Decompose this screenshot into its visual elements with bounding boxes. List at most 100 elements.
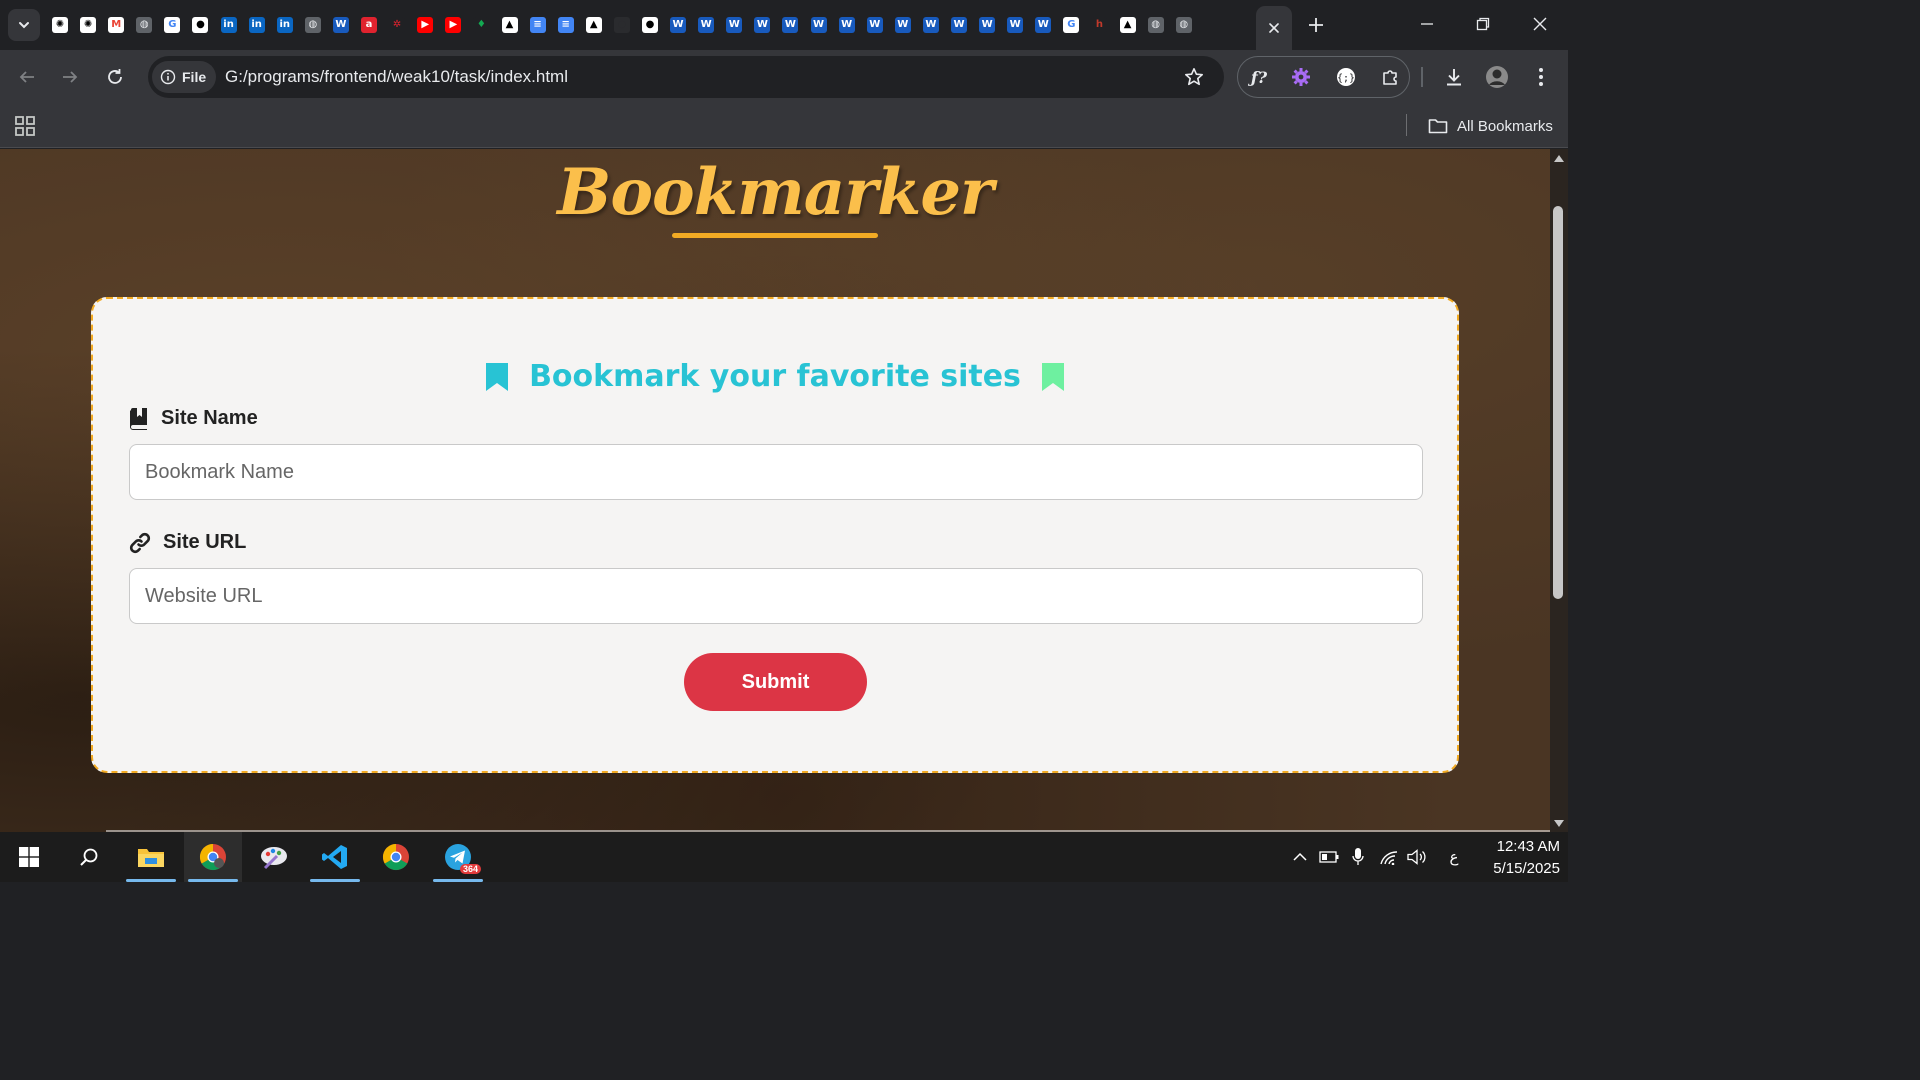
active-tab[interactable] bbox=[1256, 6, 1292, 50]
search-button[interactable] bbox=[60, 832, 118, 882]
tab-favicon-globe-icon[interactable]: ◍ bbox=[132, 13, 156, 37]
word-15-icon: W bbox=[1035, 17, 1052, 33]
tab-favicon-word-7-icon[interactable]: W bbox=[807, 13, 831, 37]
tray-overflow-chevron-icon[interactable] bbox=[1290, 832, 1310, 882]
youtube-icon: ▶ bbox=[417, 17, 434, 33]
tab-favicon-youtube-2-icon[interactable]: ▶ bbox=[441, 13, 465, 37]
tab-favicon-github-icon[interactable]: ● bbox=[188, 13, 212, 37]
forward-button[interactable] bbox=[55, 62, 85, 92]
fonts-extension-icon[interactable]: ƒ? bbox=[1244, 62, 1274, 92]
tab-favicon-triangle-icon[interactable]: ▲ bbox=[582, 13, 606, 37]
restore-button[interactable] bbox=[1465, 8, 1501, 40]
page-title: Bookmarker bbox=[557, 155, 994, 230]
tab-favicon-globe-2-icon[interactable]: ◍ bbox=[301, 13, 325, 37]
scrollbar-thumb[interactable] bbox=[1553, 206, 1563, 599]
tab-favicon-leaf-icon[interactable]: ♦ bbox=[469, 13, 493, 37]
battery-icon[interactable] bbox=[1318, 832, 1340, 882]
tab-favicon-docs-2-icon[interactable]: ≡ bbox=[554, 13, 578, 37]
taskbar-chrome-active[interactable] bbox=[184, 832, 242, 882]
volume-icon[interactable] bbox=[1406, 832, 1428, 882]
gear-extension-icon[interactable] bbox=[1286, 62, 1316, 92]
taskbar-paint[interactable] bbox=[245, 832, 303, 882]
json-extension-icon[interactable]: {;} bbox=[1331, 62, 1361, 92]
puzzle-icon[interactable] bbox=[1375, 62, 1405, 92]
bookmark-star-button[interactable] bbox=[1182, 65, 1206, 89]
tab-favicon-linkedin-icon[interactable]: in bbox=[217, 13, 241, 37]
site-info-chip[interactable]: File bbox=[152, 61, 217, 93]
start-button[interactable] bbox=[0, 832, 58, 882]
globe-2-icon: ◍ bbox=[304, 17, 321, 33]
system-clock[interactable]: 12:43 AM 5/15/2025 bbox=[1466, 836, 1560, 880]
tab-favicon-google-icon[interactable]: G bbox=[160, 13, 184, 37]
tab-favicon-chatgpt-2-icon[interactable]: ✺ bbox=[76, 13, 100, 37]
tab-favicon-chatgpt-icon[interactable]: ✺ bbox=[48, 13, 72, 37]
close-icon[interactable] bbox=[1268, 22, 1280, 34]
submit-button[interactable]: Submit bbox=[684, 653, 867, 711]
word-4-icon: W bbox=[726, 17, 743, 33]
microphone-icon[interactable] bbox=[1348, 832, 1368, 882]
bookmark-icon bbox=[1041, 362, 1064, 391]
tab-favicon-gmail-icon[interactable]: M bbox=[104, 13, 128, 37]
browser-toolbar: File G:/programs/frontend/weak10/task/in… bbox=[0, 50, 1568, 104]
all-bookmarks-label: All Bookmarks bbox=[1457, 117, 1553, 135]
tab-favicon-docs-icon[interactable]: ≡ bbox=[526, 13, 550, 37]
new-tab-button[interactable] bbox=[1302, 13, 1330, 37]
tab-favicon-globe-4-icon[interactable]: ◍ bbox=[1172, 13, 1196, 37]
taskbar-telegram[interactable]: 364 bbox=[429, 832, 487, 882]
input-language-indicator[interactable]: ع bbox=[1444, 832, 1464, 882]
apps-grid-icon[interactable] bbox=[14, 115, 36, 137]
tab-favicon-word-12-icon[interactable]: W bbox=[947, 13, 971, 37]
tab-favicon-word-icon[interactable]: W bbox=[329, 13, 353, 37]
taskbar-vscode[interactable] bbox=[306, 832, 364, 882]
taskbar-file-explorer[interactable] bbox=[122, 832, 180, 882]
wifi-icon[interactable] bbox=[1378, 832, 1400, 882]
scroll-up-arrow[interactable] bbox=[1552, 153, 1566, 163]
tab-favicon-word-9-icon[interactable]: W bbox=[863, 13, 887, 37]
tab-favicon-triangle-2-icon[interactable]: ▲ bbox=[1116, 13, 1140, 37]
reload-button[interactable] bbox=[100, 62, 130, 92]
tab-favicon-word-13-icon[interactable]: W bbox=[975, 13, 999, 37]
tab-favicon-word-11-icon[interactable]: W bbox=[919, 13, 943, 37]
tab-favicon-word-4-icon[interactable]: W bbox=[722, 13, 746, 37]
close-window-button[interactable] bbox=[1522, 8, 1558, 40]
tab-favicon-word-6-icon[interactable]: W bbox=[778, 13, 802, 37]
tab-favicon-word-3-icon[interactable]: W bbox=[694, 13, 718, 37]
tab-favicon-word-8-icon[interactable]: W bbox=[835, 13, 859, 37]
tab-favicon-linkedin-2-icon[interactable]: in bbox=[245, 13, 269, 37]
site-name-input[interactable] bbox=[129, 444, 1423, 500]
minimize-button[interactable] bbox=[1409, 8, 1445, 40]
tab-favicon-linkedin-3-icon[interactable]: in bbox=[273, 13, 297, 37]
url-text[interactable]: G:/programs/frontend/weak10/task/index.h… bbox=[225, 67, 568, 87]
tab-favicon-globe-3-icon[interactable]: ◍ bbox=[1144, 13, 1168, 37]
tab-favicon-youtube-icon[interactable]: ▶ bbox=[413, 13, 437, 37]
tab-favicon-octopus-icon[interactable]: ✲ bbox=[385, 13, 409, 37]
star-icon bbox=[1185, 68, 1203, 86]
word-13-icon: W bbox=[979, 17, 996, 33]
tab-favicon-word-2-icon[interactable]: W bbox=[666, 13, 690, 37]
tab-favicon-app-red-2-icon[interactable]: h bbox=[1087, 13, 1111, 37]
bookmarks-separator bbox=[1406, 114, 1407, 136]
site-url-input[interactable] bbox=[129, 568, 1423, 624]
page-viewport: Bookmarker Bookmark your favorite sites … bbox=[0, 149, 1568, 832]
all-bookmarks-button[interactable]: All Bookmarks bbox=[1428, 114, 1553, 138]
scroll-down-arrow[interactable] bbox=[1552, 818, 1566, 828]
site-name-label-text: Site Name bbox=[161, 407, 258, 429]
tab-favicon-google-2-icon[interactable]: G bbox=[1059, 13, 1083, 37]
back-button[interactable] bbox=[12, 62, 42, 92]
taskbar-chrome-2[interactable] bbox=[367, 832, 425, 882]
address-bar[interactable]: File G:/programs/frontend/weak10/task/in… bbox=[148, 56, 1224, 98]
tab-favicon-notion-triangle-icon[interactable]: ▲ bbox=[498, 13, 522, 37]
profile-avatar[interactable] bbox=[1482, 62, 1512, 92]
chatgpt-icon: ✺ bbox=[52, 17, 68, 33]
downloads-button[interactable] bbox=[1439, 62, 1469, 92]
tab-favicon-word-15-icon[interactable]: W bbox=[1031, 13, 1055, 37]
more-menu-icon[interactable] bbox=[1526, 62, 1556, 92]
tab-favicon-blank-icon[interactable]: ○ bbox=[610, 13, 634, 37]
tab-favicon-app-red-icon[interactable]: a bbox=[357, 13, 381, 37]
tab-search-button[interactable] bbox=[8, 9, 40, 41]
tab-favicon-word-10-icon[interactable]: W bbox=[891, 13, 915, 37]
bookmarks-bar: All Bookmarks bbox=[0, 104, 1568, 148]
tab-favicon-word-5-icon[interactable]: W bbox=[750, 13, 774, 37]
tab-favicon-github-2-icon[interactable]: ● bbox=[638, 13, 662, 37]
tab-favicon-word-14-icon[interactable]: W bbox=[1003, 13, 1027, 37]
